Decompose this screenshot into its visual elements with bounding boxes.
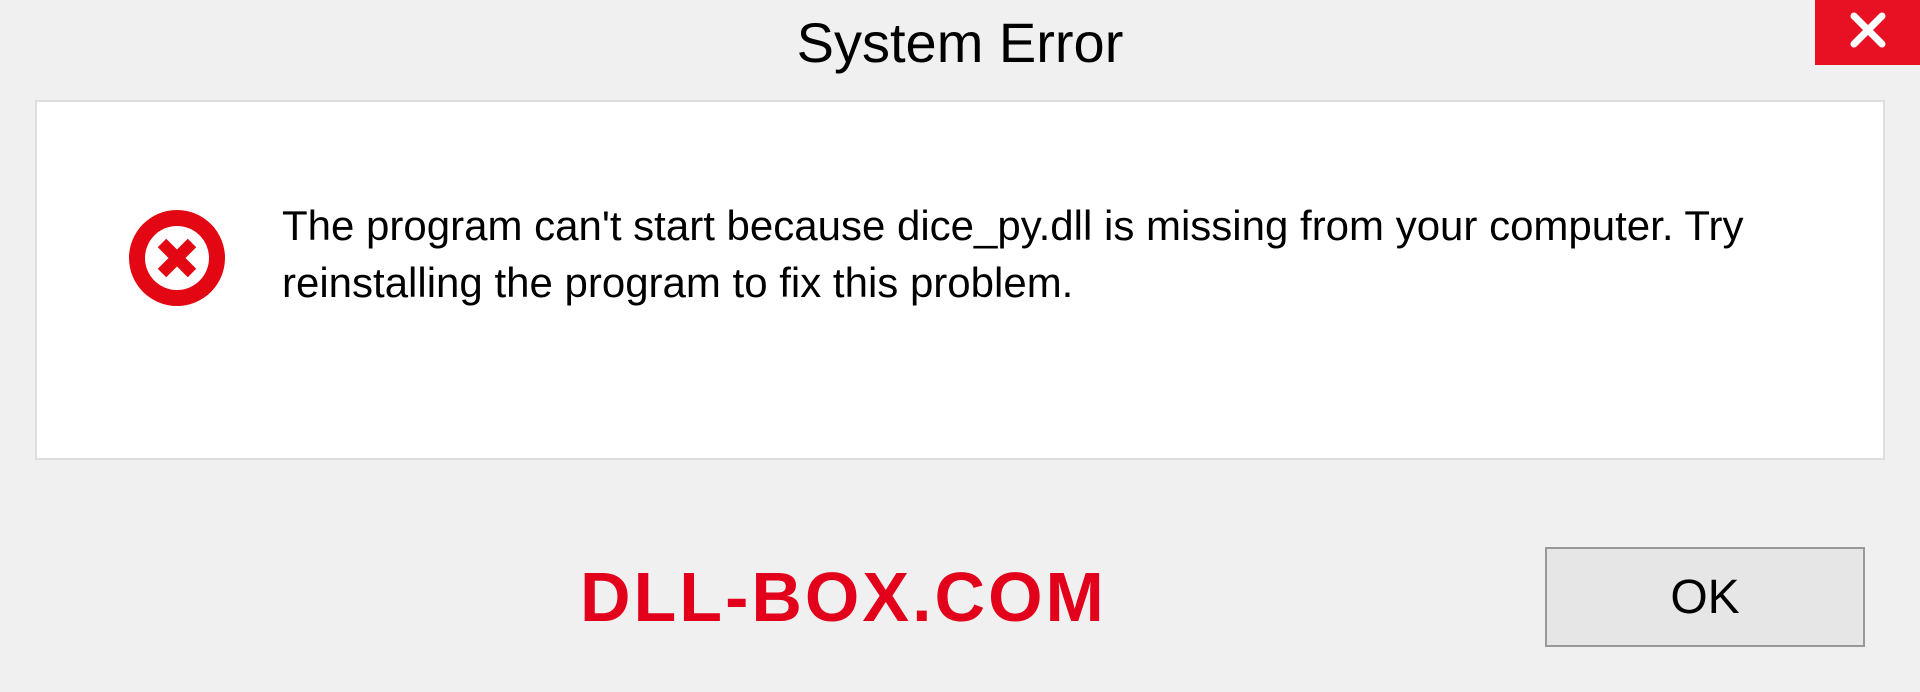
dialog-title: System Error — [797, 10, 1124, 75]
ok-button[interactable]: OK — [1545, 547, 1865, 647]
content-area: The program can't start because dice_py.… — [35, 100, 1885, 460]
error-dialog: System Error The program can't start bec… — [0, 0, 1920, 692]
close-button[interactable] — [1815, 0, 1920, 65]
close-icon — [1847, 9, 1889, 56]
titlebar: System Error — [0, 0, 1920, 85]
error-message: The program can't start because dice_py.… — [282, 198, 1833, 311]
watermark-text: DLL-BOX.COM — [580, 557, 1107, 637]
error-icon — [127, 208, 227, 313]
ok-button-label: OK — [1670, 570, 1739, 625]
dialog-footer: DLL-BOX.COM OK — [0, 532, 1920, 662]
